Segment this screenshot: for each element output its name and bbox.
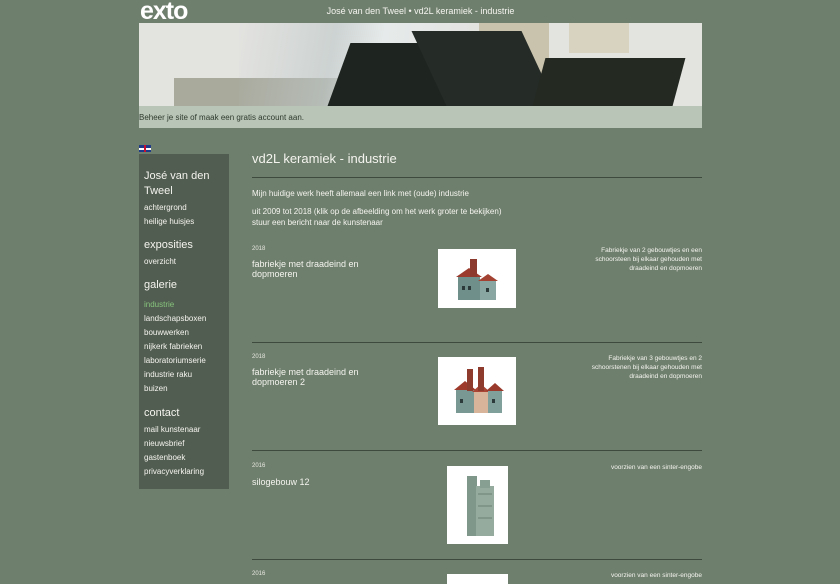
- sidebar-heading-galerie: galerie: [144, 279, 178, 291]
- work-year: 2016: [252, 571, 266, 577]
- work-thumbnail[interactable]: [438, 249, 516, 308]
- work-title[interactable]: fabriekje met draadeind en dopmoeren 2: [252, 367, 372, 387]
- sidebar-item-achtergrond[interactable]: achtergrond: [144, 203, 187, 212]
- sidebar-heading-contact: contact: [144, 407, 180, 419]
- top-bar: exto José van den Tweel • vd2L keramiek …: [139, 0, 702, 24]
- work-title[interactable]: fabriekje met draadeind en dopmoeren: [252, 259, 372, 279]
- intro-text: Mijn huidige werk heeft allemaal een lin…: [252, 189, 469, 198]
- divider: [252, 559, 702, 560]
- work-thumbnail[interactable]: [438, 357, 516, 425]
- page-wrapper: exto José van den Tweel • vd2L keramiek …: [139, 0, 702, 584]
- sidebar-item-industrie-raku[interactable]: industrie raku: [144, 370, 192, 379]
- sidebar-item-laboratoriumserie[interactable]: laboratoriumserie: [144, 356, 206, 365]
- sidebar-item-nijkerk-fabrieken[interactable]: nijkerk fabrieken: [144, 342, 202, 351]
- work-thumbnail[interactable]: [447, 574, 508, 584]
- sidebar-item-landschapsboxen[interactable]: landschapsboxen: [144, 314, 206, 323]
- work-year: 2018: [252, 354, 266, 360]
- uk-flag-icon[interactable]: [139, 145, 151, 152]
- sidebar-item-gastenboek[interactable]: gastenboek: [144, 453, 185, 462]
- page-title: vd2L keramiek - industrie: [252, 151, 397, 166]
- work-year: 2018: [252, 246, 266, 252]
- work-description: Fabriekje van 2 gebouwtjes en een schoor…: [595, 247, 702, 272]
- sidebar-item-industrie[interactable]: industrie: [144, 300, 174, 309]
- sidebar-item-buizen[interactable]: buizen: [144, 384, 168, 393]
- header-banner-image: [139, 23, 702, 106]
- work-description: Fabriekje van 3 gebouwtjes en 2 schoorst…: [591, 355, 702, 380]
- work-year: 2016: [252, 463, 266, 469]
- period-text: uit 2009 tot 2018 (klik op de afbeelding…: [252, 207, 502, 216]
- sidebar: José van den Tweel achtergrond heilige hu…: [139, 154, 229, 489]
- sidebar-item-heilige-huisjes[interactable]: heilige huisjes: [144, 217, 194, 226]
- divider: [252, 450, 702, 451]
- sidebar-item-mail-kunstenaar[interactable]: mail kunstenaar: [144, 425, 200, 434]
- account-bar[interactable]: Beheer je site of maak een gratis accoun…: [139, 106, 702, 128]
- artist-name[interactable]: José van den Tweel: [144, 169, 209, 199]
- account-link[interactable]: Beheer je site of maak een gratis accoun…: [139, 113, 304, 122]
- work-description: voorzien van een sinter-engobe: [610, 572, 702, 579]
- sidebar-item-privacyverklaring[interactable]: privacyverklaring: [144, 467, 204, 476]
- sidebar-heading-exposities: exposities: [144, 239, 193, 251]
- sidebar-item-overzicht[interactable]: overzicht: [144, 257, 176, 266]
- sidebar-item-bouwwerken[interactable]: bouwwerken: [144, 328, 189, 337]
- message-artist-link[interactable]: stuur een bericht naar de kunstenaar: [252, 218, 383, 227]
- site-title: José van den Tweel • vd2L keramiek - ind…: [326, 6, 515, 16]
- divider: [252, 177, 702, 178]
- sidebar-item-nieuwsbrief[interactable]: nieuwsbrief: [144, 439, 184, 448]
- work-title[interactable]: silogebouw 12: [252, 477, 372, 487]
- work-thumbnail[interactable]: [447, 466, 508, 544]
- divider: [252, 342, 702, 343]
- work-description: voorzien van een sinter-engobe: [610, 464, 702, 471]
